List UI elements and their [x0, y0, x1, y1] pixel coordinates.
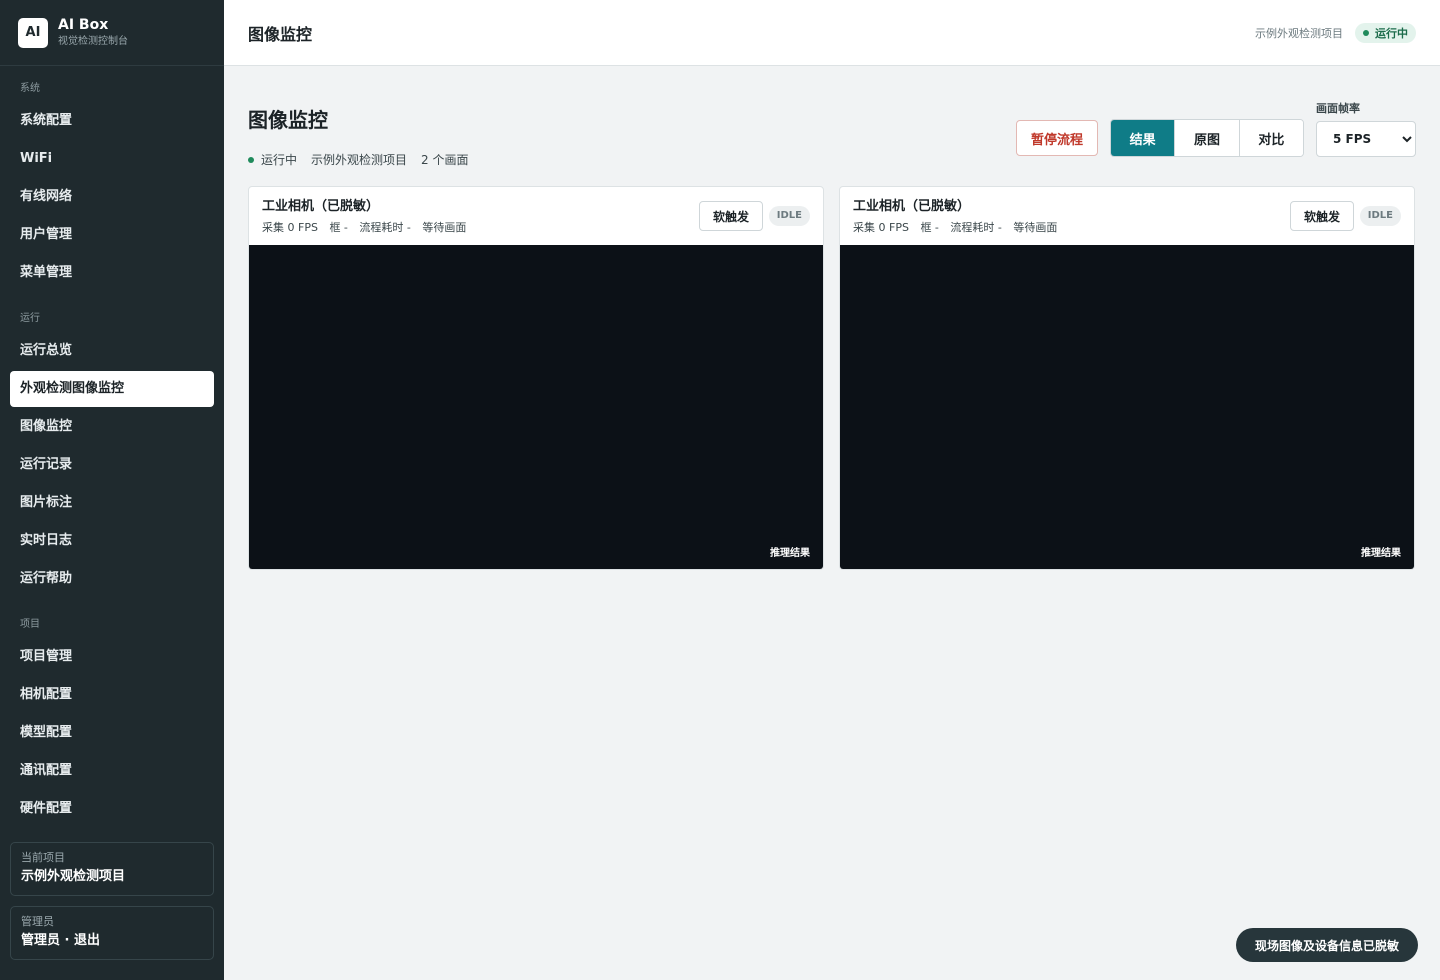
admin-card[interactable]: 管理员 管理员 · 退出 [10, 906, 214, 960]
view-mode-tabs: 结果 原图 对比 [1110, 119, 1304, 157]
topbar-project: 示例外观检测项目 [1255, 26, 1343, 40]
sidebar-item-image-monitor[interactable]: 图像监控 [10, 409, 214, 445]
stat-box: 框 - [329, 221, 348, 234]
sidebar-item-run-help[interactable]: 运行帮助 [10, 561, 214, 597]
admin-label: 管理员 [21, 915, 54, 928]
camera-card-header: 工业相机（已脱敏） 采集 0 FPS 框 - 流程耗时 - 等待画面 软触发 I… [840, 187, 1414, 245]
meta-count: 2 个画面 [421, 153, 469, 167]
stat-state: 等待画面 [1013, 221, 1058, 234]
fps-select[interactable]: 5 FPS [1316, 121, 1416, 157]
pause-flow-button[interactable]: 暂停流程 [1016, 120, 1098, 156]
brand-subtitle: 视觉检测控制台 [58, 36, 128, 47]
current-project-value: 示例外观检测项目 [21, 869, 126, 884]
nav-group-label: 运行 [20, 313, 40, 324]
view-label: 推理结果 [770, 548, 810, 559]
current-project-card[interactable]: 当前项目 示例外观检测项目 [10, 842, 214, 896]
status-badge: 运行中 [1355, 22, 1416, 43]
sidebar-item-user-management[interactable]: 用户管理 [10, 217, 214, 253]
stat-state: 等待画面 [422, 221, 467, 234]
sidebar-item-run-overview[interactable]: 运行总览 [10, 333, 214, 369]
sidebar-item-wired-network[interactable]: 有线网络 [10, 179, 214, 215]
fps-label: 画面帧率 [1316, 102, 1360, 115]
meta-project: 示例外观检测项目 [311, 153, 408, 167]
sidebar-item-menu-management[interactable]: 菜单管理 [10, 255, 214, 291]
camera-card-header: 工业相机（已脱敏） 采集 0 FPS 框 - 流程耗时 - 等待画面 软触发 I… [249, 187, 823, 245]
camera-view[interactable]: 推理结果 [249, 245, 823, 569]
nav-group-system: 系统 系统配置 WiFi 有线网络 用户管理 菜单管理 [0, 79, 224, 293]
page-title: 图像监控 [248, 108, 328, 132]
nav-group-label: 项目 [20, 619, 40, 630]
topbar: 图像监控 示例外观检测项目 运行中 [224, 0, 1440, 66]
stat-flow-cost: 流程耗时 - [950, 221, 1002, 234]
status-text: 运行中 [1375, 26, 1408, 40]
stat-flow-cost: 流程耗时 - [359, 221, 411, 234]
tab-compare[interactable]: 对比 [1239, 120, 1303, 156]
sidebar-item-wifi[interactable]: WiFi [10, 141, 214, 177]
current-project-label: 当前项目 [21, 851, 65, 864]
tab-result[interactable]: 结果 [1111, 120, 1176, 156]
camera-card: 工业相机（已脱敏） 采集 0 FPS 框 - 流程耗时 - 等待画面 软触发 I… [248, 186, 824, 570]
sidebar-item-run-records[interactable]: 运行记录 [10, 447, 214, 483]
stat-box: 框 - [920, 221, 939, 234]
stat-capture-fps: 采集 0 FPS [262, 221, 318, 234]
status-dot-icon [248, 156, 254, 163]
sidebar-item-realtime-log[interactable]: 实时日志 [10, 523, 214, 559]
status-badge: IDLE [1359, 206, 1401, 226]
brand-title: AI Box [58, 17, 109, 33]
topbar-title: 图像监控 [248, 24, 313, 44]
sidebar-item-system-config[interactable]: 系统配置 [10, 103, 214, 139]
admin-logout-link[interactable]: 管理员 · 退出 [21, 931, 203, 950]
page-meta: 运行中 示例外观检测项目 2 个画面 [248, 151, 482, 168]
tab-original[interactable]: 原图 [1175, 120, 1240, 156]
sidebar-item-hardware-config[interactable]: 硬件配置 [10, 791, 214, 827]
camera-card: 工业相机（已脱敏） 采集 0 FPS 框 - 流程耗时 - 等待画面 软触发 I… [839, 186, 1415, 570]
brand: AI AI Box 视觉检测控制台 [0, 0, 224, 66]
camera-view[interactable]: 推理结果 [840, 245, 1414, 569]
status-badge: IDLE [768, 206, 810, 226]
nav-group-project: 项目 项目管理 相机配置 模型配置 通讯配置 硬件配置 [0, 615, 224, 829]
sidebar-item-comm-config[interactable]: 通讯配置 [10, 753, 214, 789]
soft-trigger-button[interactable]: 软触发 [1290, 201, 1354, 231]
sidebar: AI AI Box 视觉检测控制台 系统 系统配置 WiFi 有线网络 用户管理… [0, 0, 224, 980]
sidebar-item-model-config[interactable]: 模型配置 [10, 715, 214, 751]
privacy-toast: 现场图像及设备信息已脱敏 [1236, 928, 1418, 962]
meta-status: 运行中 [261, 153, 298, 167]
view-label: 推理结果 [1361, 548, 1401, 559]
nav-group-run: 运行 运行总览 外观检测图像监控 图像监控 运行记录 图片标注 实时日志 运行帮… [0, 309, 224, 599]
sidebar-item-inspection-monitor[interactable]: 外观检测图像监控 [10, 371, 214, 407]
sidebar-item-project-management[interactable]: 项目管理 [10, 639, 214, 675]
sidebar-item-camera-config[interactable]: 相机配置 [10, 677, 214, 713]
sidebar-item-image-annotation[interactable]: 图片标注 [10, 485, 214, 521]
brand-logo: AI [18, 17, 48, 48]
soft-trigger-button[interactable]: 软触发 [699, 201, 763, 231]
nav-group-label: 系统 [20, 83, 40, 94]
stat-capture-fps: 采集 0 FPS [853, 221, 909, 234]
status-dot-icon [1363, 29, 1369, 36]
